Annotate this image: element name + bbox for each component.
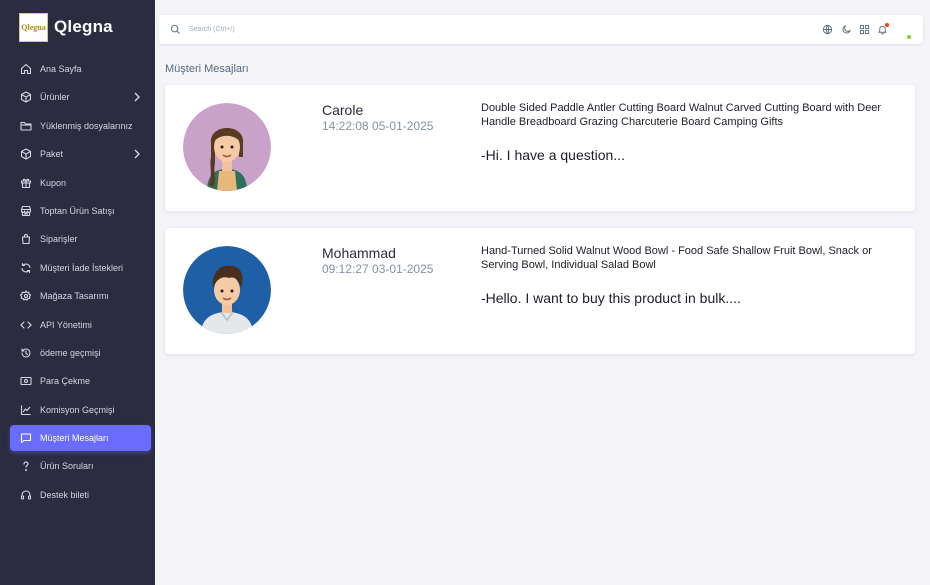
brand-name: Qlegna xyxy=(54,17,113,36)
sidebar-item-musteri-iade-istekleri[interactable]: Müşteri İade İstekleri xyxy=(10,255,151,281)
settings-icon xyxy=(20,290,32,302)
headset-icon xyxy=(20,489,32,501)
sidebar-item-label: Kupon xyxy=(40,177,67,188)
sidebar-item-label: Destek bileti xyxy=(40,489,90,500)
sidebar-item-label: Yüklenmiş dosyalarınız xyxy=(40,120,133,131)
sender-info: Carole 14:22:08 05-01-2025 xyxy=(322,102,433,133)
sidebar-menu: Ana Sayfa Ürünler Yüklenmiş dosyalarınız… xyxy=(0,56,155,508)
sidebar-item-label: Paket xyxy=(40,149,64,160)
brand[interactable]: Qlegna Qlegna xyxy=(0,0,155,54)
sidebar-item-label: Komisyon Geçmişi xyxy=(40,404,115,415)
message-timestamp: 09:12:27 03-01-2025 xyxy=(322,262,434,276)
folder-icon xyxy=(20,120,32,132)
sidebar-item-ana-sayfa[interactable]: Ana Sayfa xyxy=(10,56,151,82)
sidebar-item-komisyon-gecmisi[interactable]: Komisyon Geçmişi xyxy=(10,397,151,423)
refresh-icon xyxy=(20,262,32,274)
home-icon xyxy=(20,63,32,75)
page-title: Müşteri Mesajları xyxy=(165,63,249,75)
man-avatar-icon xyxy=(183,246,271,334)
sender-info: Mohammad 09:12:27 03-01-2025 xyxy=(322,245,433,276)
cash-icon xyxy=(20,375,32,387)
moon-icon[interactable] xyxy=(841,24,852,35)
message-text: -Hi. I have a question... xyxy=(481,147,625,163)
sidebar-item-siparisler[interactable]: Siparişler xyxy=(10,226,151,252)
sidebar-item-label: Para Çekme xyxy=(40,376,91,387)
product-title[interactable]: Double Sided Paddle Antler Cutting Board… xyxy=(481,101,901,129)
sender-name: Mohammad xyxy=(322,245,396,261)
sidebar-item-musteri-mesajlari[interactable]: Müşteri Mesajları xyxy=(10,425,151,452)
sidebar-item-magaza-tasarimi[interactable]: Mağaza Tasarımı xyxy=(10,283,151,309)
store-icon xyxy=(20,205,32,217)
apps-grid-icon[interactable] xyxy=(859,24,870,35)
message-timestamp: 14:22:08 05-01-2025 xyxy=(322,119,434,133)
sidebar-item-label: Müşteri Mesajları xyxy=(40,433,109,444)
history-icon xyxy=(20,347,32,359)
code-icon xyxy=(20,319,32,331)
sidebar-item-kupon[interactable]: Kupon xyxy=(10,170,151,196)
sidebar-item-para-cekme[interactable]: Para Çekme xyxy=(10,368,151,394)
sidebar-item-api-yonetimi[interactable]: API Yönetimi xyxy=(10,312,151,338)
search-input[interactable] xyxy=(189,21,449,38)
brand-logo: Qlegna xyxy=(19,12,48,42)
sidebar-item-odeme-gecmisi[interactable]: ödeme geçmişi xyxy=(10,340,151,366)
sidebar-item-paket[interactable]: Paket xyxy=(10,141,151,167)
package-icon xyxy=(20,148,32,160)
sidebar-item-label: Müşteri İade İstekleri xyxy=(40,262,124,273)
sidebar-item-label: Toptan Ürün Satışı xyxy=(40,205,115,216)
sidebar-item-label: API Yönetimi xyxy=(40,319,92,330)
online-status-dot xyxy=(907,35,911,39)
sidebar-item-label: Ürünler xyxy=(40,92,70,103)
sidebar: Qlegna Qlegna Ana Sayfa Ürünler Yüklenmi… xyxy=(0,0,155,585)
sidebar-item-yuklenmis-dosyalar[interactable]: Yüklenmiş dosyalarınız xyxy=(10,113,151,139)
brand-logo-text: Qlegna xyxy=(21,22,46,32)
avatar xyxy=(183,246,271,334)
sidebar-item-destek-bileti[interactable]: Destek bileti xyxy=(10,482,151,508)
message-text: -Hello. I want to buy this product in bu… xyxy=(481,290,741,306)
message-card[interactable]: Carole 14:22:08 05-01-2025 Double Sided … xyxy=(165,85,915,211)
sidebar-item-label: Ürün Soruları xyxy=(40,461,94,472)
sidebar-item-label: ödeme geçmişi xyxy=(40,347,101,358)
sidebar-item-label: Ana Sayfa xyxy=(40,64,82,74)
top-navbar xyxy=(159,15,923,44)
globe-icon[interactable] xyxy=(822,24,833,35)
chevron-right-icon xyxy=(134,149,140,159)
sidebar-item-urunler[interactable]: Ürünler xyxy=(10,84,151,110)
gift-icon xyxy=(20,177,32,189)
product-title[interactable]: Hand-Turned Solid Walnut Wood Bowl - Foo… xyxy=(481,244,901,272)
notification-button[interactable] xyxy=(877,23,889,35)
sender-name: Carole xyxy=(322,102,364,118)
chevron-right-icon xyxy=(134,92,140,102)
search-icon xyxy=(170,24,181,35)
woman-avatar-icon xyxy=(183,103,271,191)
sidebar-item-label: Mağaza Tasarımı xyxy=(40,291,109,302)
avatar xyxy=(183,103,271,191)
sidebar-item-toptan-urun-satisi[interactable]: Toptan Ürün Satışı xyxy=(10,198,151,224)
sidebar-item-urun-sorulari[interactable]: Ürün Soruları xyxy=(10,453,151,479)
box-icon xyxy=(20,91,32,103)
notification-badge xyxy=(885,23,889,27)
message-icon xyxy=(20,432,32,444)
sidebar-item-label: Siparişler xyxy=(40,234,78,245)
shopping-bag-icon xyxy=(20,233,32,245)
question-icon xyxy=(20,460,32,472)
line-chart-icon xyxy=(20,404,32,416)
message-card[interactable]: Mohammad 09:12:27 03-01-2025 Hand-Turned… xyxy=(165,228,915,354)
